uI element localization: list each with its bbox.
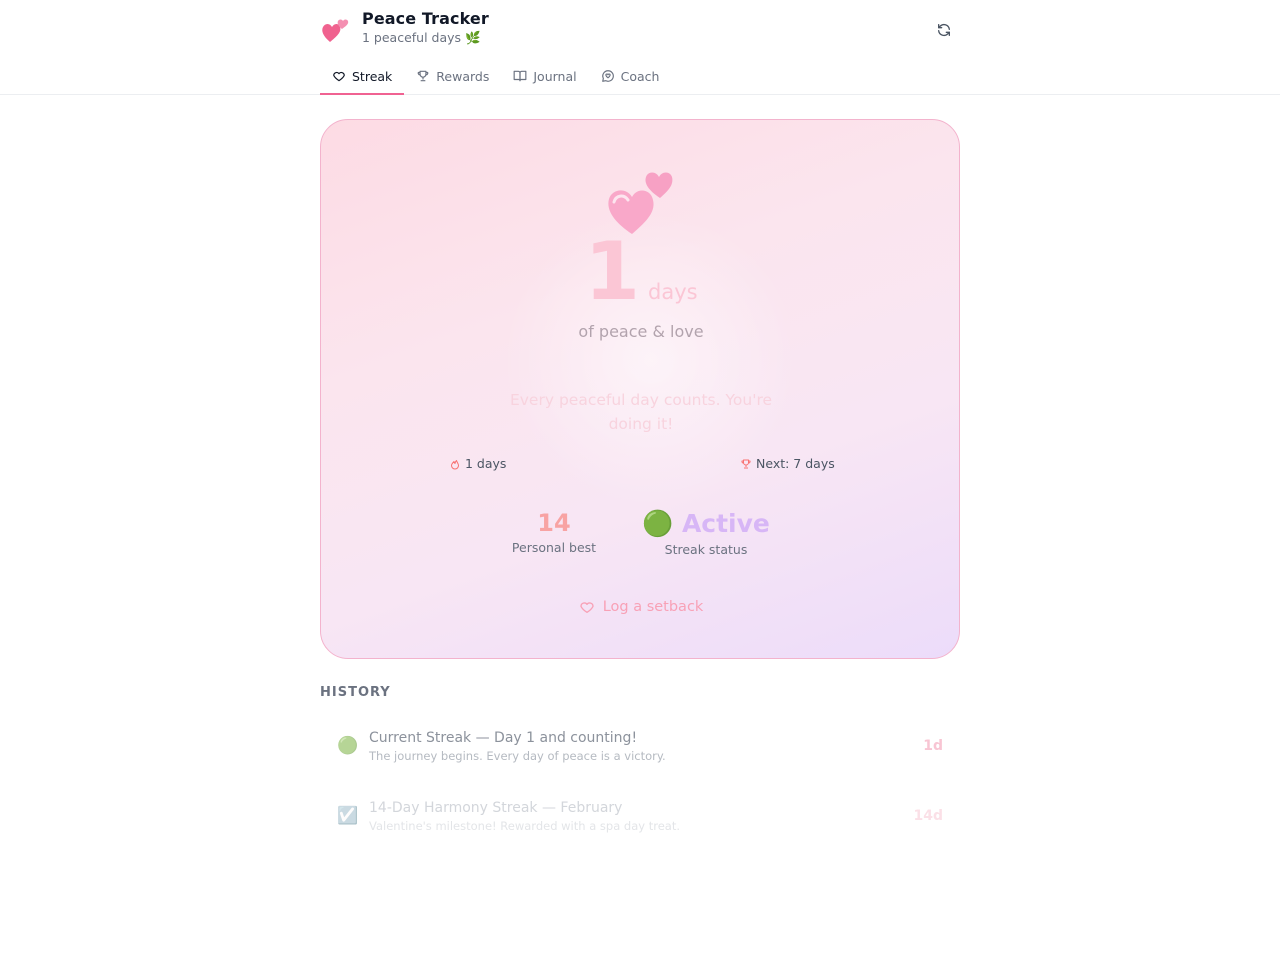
- history-item-desc: Valentine's milestone! Rewarded with a s…: [369, 819, 680, 833]
- history-item-desc: The journey begins. Every day of peace i…: [369, 749, 666, 763]
- streak-unit: days: [648, 280, 698, 304]
- streak-counter: 1 days: [321, 232, 959, 312]
- log-setback-button[interactable]: Log a setback: [561, 595, 721, 619]
- book-open-icon: [513, 70, 527, 82]
- tab-coach-label: Coach: [620, 68, 660, 84]
- tab-rewards[interactable]: Rewards: [404, 58, 501, 94]
- history-item-icon: 🟢: [337, 736, 359, 756]
- personal-best-value: 14: [537, 509, 571, 537]
- current-streak-meta: 1 days: [449, 456, 506, 471]
- log-setback-label: Log a setback: [602, 599, 704, 615]
- history-item-icon: ☑️: [337, 806, 359, 826]
- history-item-badge: 1d: [923, 738, 943, 754]
- streak-status-value: 🟢 Active: [642, 509, 770, 538]
- chat-heart-icon: [601, 70, 614, 82]
- two-hearts-icon: [322, 19, 349, 42]
- tab-streak-label: Streak: [352, 68, 393, 84]
- streak-card: 1 days of peace & love Every peaceful day…: [320, 119, 960, 659]
- history-item[interactable]: 🟢 Current Streak — Day 1 and counting! T…: [320, 710, 960, 780]
- refresh-icon: [938, 23, 950, 37]
- app-header: Peace Tracker 1 peaceful days 🌿 Streak R…: [0, 0, 1280, 95]
- history-heading: HISTORY: [320, 685, 391, 700]
- next-milestone-text: Next: 7 days: [756, 456, 835, 471]
- tab-rewards-label: Rewards: [436, 68, 490, 84]
- tab-streak[interactable]: Streak: [320, 58, 405, 95]
- streak-label: of peace & love: [578, 322, 704, 341]
- history-item-title: 14-Day Harmony Streak — February: [369, 800, 623, 816]
- streak-status-stat: 🟢 Active Streak status: [641, 510, 771, 557]
- trophy-icon: [417, 70, 429, 82]
- heart-icon: [580, 602, 594, 613]
- heart-icon: [333, 71, 345, 82]
- streak-count: 1: [584, 225, 641, 318]
- personal-best-stat: 14 Personal best: [504, 509, 604, 556]
- tab-journal-label: Journal: [533, 68, 577, 84]
- personal-best-label: Personal best: [511, 540, 597, 556]
- tab-coach[interactable]: Coach: [589, 58, 672, 94]
- refresh-button[interactable]: [932, 18, 956, 42]
- history-item-badge: 14d: [913, 808, 943, 824]
- history-item[interactable]: ☑️ 14-Day Harmony Streak — February Vale…: [320, 780, 960, 850]
- history-list: 🟢 Current Streak — Day 1 and counting! T…: [320, 710, 960, 850]
- streak-status-label: Streak status: [664, 541, 748, 557]
- next-milestone-meta: Next: 7 days: [740, 456, 835, 471]
- motivational-quote: Every peaceful day counts. You're doing …: [509, 391, 773, 433]
- current-streak-text: 1 days: [465, 456, 507, 471]
- history-item-title: Current Streak — Day 1 and counting!: [369, 730, 638, 746]
- app-subtitle: 1 peaceful days 🌿: [362, 30, 481, 45]
- trophy-icon: [741, 459, 751, 468]
- tab-bar: Streak Rewards Journal Coach: [320, 58, 671, 95]
- flame-icon: [451, 459, 459, 469]
- tab-journal[interactable]: Journal: [501, 58, 588, 94]
- app-title: Peace Tracker: [362, 9, 489, 28]
